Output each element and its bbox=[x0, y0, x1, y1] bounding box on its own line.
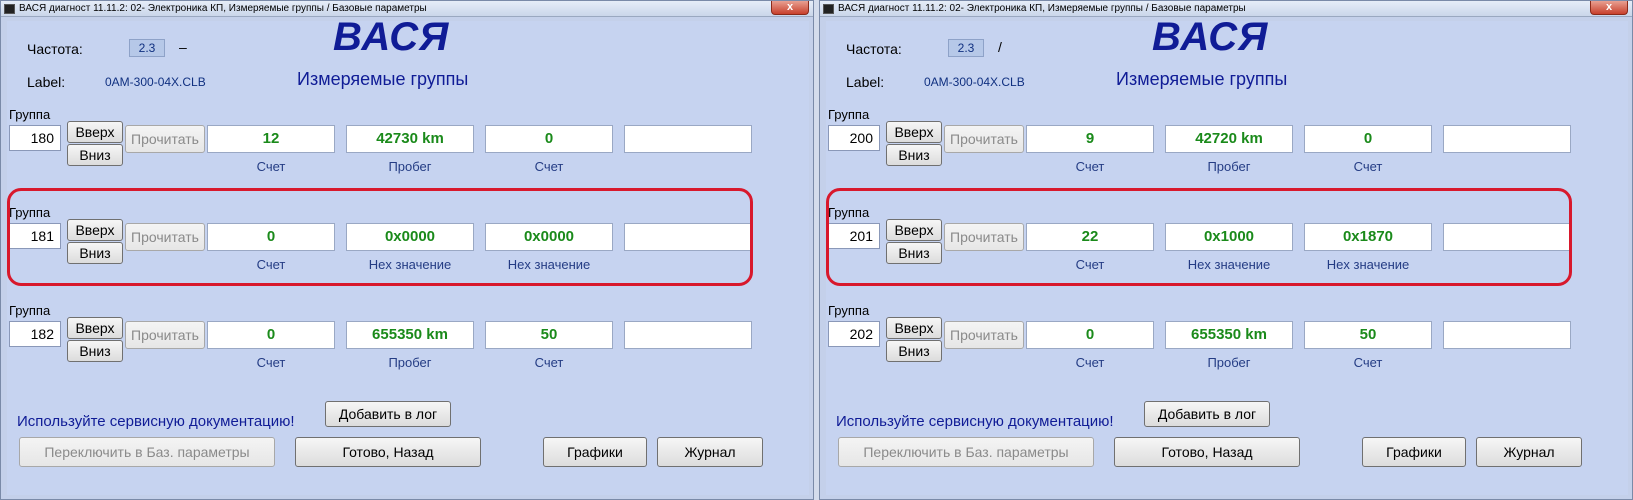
client-area: Частота: 2.3 / ВАСЯ Label: 0AM-300-04X.CLB Изм… bbox=[826, 15, 1628, 495]
measurement-value: 42730 km bbox=[346, 125, 474, 153]
measurement-value: 50 bbox=[1304, 321, 1432, 349]
vasya-window-left: ВАСЯ диагност 11.11.2: 02- Электроника К… bbox=[0, 0, 814, 500]
group-number-input[interactable]: 180 bbox=[9, 125, 61, 151]
measurement-value: 0 bbox=[207, 321, 335, 349]
graphs-button[interactable]: Графики bbox=[543, 437, 647, 467]
page-subtitle: Измеряемые группы bbox=[1116, 69, 1288, 89]
frequency-label: Частота: bbox=[27, 41, 83, 57]
measurement-unit: Счет bbox=[1075, 355, 1105, 370]
measurement-unit: Счет bbox=[1353, 159, 1383, 174]
window-title: ВАСЯ диагност 11.11.2: 02- Электроника К… bbox=[19, 3, 427, 14]
measurement-value bbox=[624, 321, 752, 349]
app-icon bbox=[823, 4, 834, 14]
switch-basic-params-button[interactable]: Переключить в Баз. параметры bbox=[19, 437, 275, 467]
window-title: ВАСЯ диагност 11.11.2: 02- Электроника К… bbox=[838, 3, 1246, 14]
group-down-button[interactable]: Вниз bbox=[67, 340, 123, 362]
measurement-value: 12 bbox=[207, 125, 335, 153]
add-to-log-button[interactable]: Добавить в лог bbox=[325, 401, 451, 427]
group-label: Группа bbox=[9, 303, 51, 318]
measurement-value: 0 bbox=[1026, 321, 1154, 349]
page-subtitle: Измеряемые группы bbox=[297, 69, 469, 89]
measurement-value: 0 bbox=[485, 125, 613, 153]
measurement-value: 9 bbox=[1026, 125, 1154, 153]
read-button[interactable]: Прочитать bbox=[944, 125, 1024, 153]
brand-title: ВАСЯ bbox=[333, 15, 450, 59]
group-number-input[interactable]: 182 bbox=[9, 321, 61, 347]
measurement-unit: Пробег bbox=[1207, 355, 1251, 370]
frequency-indicator: – bbox=[179, 39, 187, 55]
service-docs-warning: Используйте сервисную документацию! bbox=[836, 413, 1114, 430]
label-value: 0AM-300-04X.CLB bbox=[924, 75, 1025, 89]
highlight-frame bbox=[826, 188, 1572, 286]
frequency-label: Частота: bbox=[846, 41, 902, 57]
frequency-value: 2.3 bbox=[129, 39, 165, 57]
add-to-log-button[interactable]: Добавить в лог bbox=[1144, 401, 1270, 427]
read-button[interactable]: Прочитать bbox=[125, 321, 205, 349]
measurement-value: 0 bbox=[1304, 125, 1432, 153]
measurement-value bbox=[624, 125, 752, 153]
journal-button[interactable]: Журнал bbox=[657, 437, 763, 467]
group-label: Группа bbox=[9, 107, 51, 122]
measurement-unit: Пробег bbox=[388, 159, 432, 174]
client-area: Частота: 2.3– ВАСЯ Label: 0AM-300-04X.CLB Изм… bbox=[7, 15, 809, 495]
group-up-button[interactable]: Вверх bbox=[886, 317, 942, 339]
brand-title: ВАСЯ bbox=[1152, 15, 1269, 59]
frequency-value: 2.3 bbox=[948, 39, 984, 57]
measurement-unit: Счет bbox=[256, 159, 286, 174]
label-caption: Label: bbox=[846, 74, 885, 90]
measurement-unit: Счет bbox=[256, 355, 286, 370]
graphs-button[interactable]: Графики bbox=[1362, 437, 1466, 467]
measurement-value: 655350 km bbox=[1165, 321, 1293, 349]
vasya-window-right: ВАСЯ диагност 11.11.2: 02- Электроника К… bbox=[819, 0, 1633, 500]
read-button[interactable]: Прочитать bbox=[944, 321, 1024, 349]
done-back-button[interactable]: Готово, Назад bbox=[295, 437, 481, 467]
group-number-input[interactable]: 202 bbox=[828, 321, 880, 347]
group-label: Группа bbox=[828, 107, 870, 122]
switch-basic-params-button[interactable]: Переключить в Баз. параметры bbox=[838, 437, 1094, 467]
measurement-value: 50 bbox=[485, 321, 613, 349]
close-button[interactable]: x bbox=[1590, 1, 1628, 15]
service-docs-warning: Используйте сервисную документацию! bbox=[17, 413, 295, 430]
measurement-unit: Счет bbox=[1353, 355, 1383, 370]
group-up-button[interactable]: Вверх bbox=[67, 121, 123, 143]
label-caption: Label: bbox=[27, 74, 66, 90]
group-down-button[interactable]: Вниз bbox=[886, 340, 942, 362]
measurement-value: 42720 km bbox=[1165, 125, 1293, 153]
measurement-unit: Счет bbox=[534, 159, 564, 174]
read-button[interactable]: Прочитать bbox=[125, 125, 205, 153]
group-label: Группа bbox=[828, 303, 870, 318]
measurement-value bbox=[1443, 125, 1571, 153]
group-down-button[interactable]: Вниз bbox=[886, 144, 942, 166]
measurement-unit: Счет bbox=[534, 355, 564, 370]
journal-button[interactable]: Журнал bbox=[1476, 437, 1582, 467]
measurement-unit: Пробег bbox=[1207, 159, 1251, 174]
group-up-button[interactable]: Вверх bbox=[886, 121, 942, 143]
measurement-unit: Пробег bbox=[388, 355, 432, 370]
close-button[interactable]: x bbox=[771, 1, 809, 15]
measurement-value: 655350 km bbox=[346, 321, 474, 349]
highlight-frame bbox=[7, 188, 753, 286]
measurement-value bbox=[1443, 321, 1571, 349]
group-number-input[interactable]: 200 bbox=[828, 125, 880, 151]
app-icon bbox=[4, 4, 15, 14]
done-back-button[interactable]: Готово, Назад bbox=[1114, 437, 1300, 467]
label-value: 0AM-300-04X.CLB bbox=[105, 75, 206, 89]
group-up-button[interactable]: Вверх bbox=[67, 317, 123, 339]
measurement-unit: Счет bbox=[1075, 159, 1105, 174]
frequency-indicator: / bbox=[998, 39, 1002, 55]
group-down-button[interactable]: Вниз bbox=[67, 144, 123, 166]
